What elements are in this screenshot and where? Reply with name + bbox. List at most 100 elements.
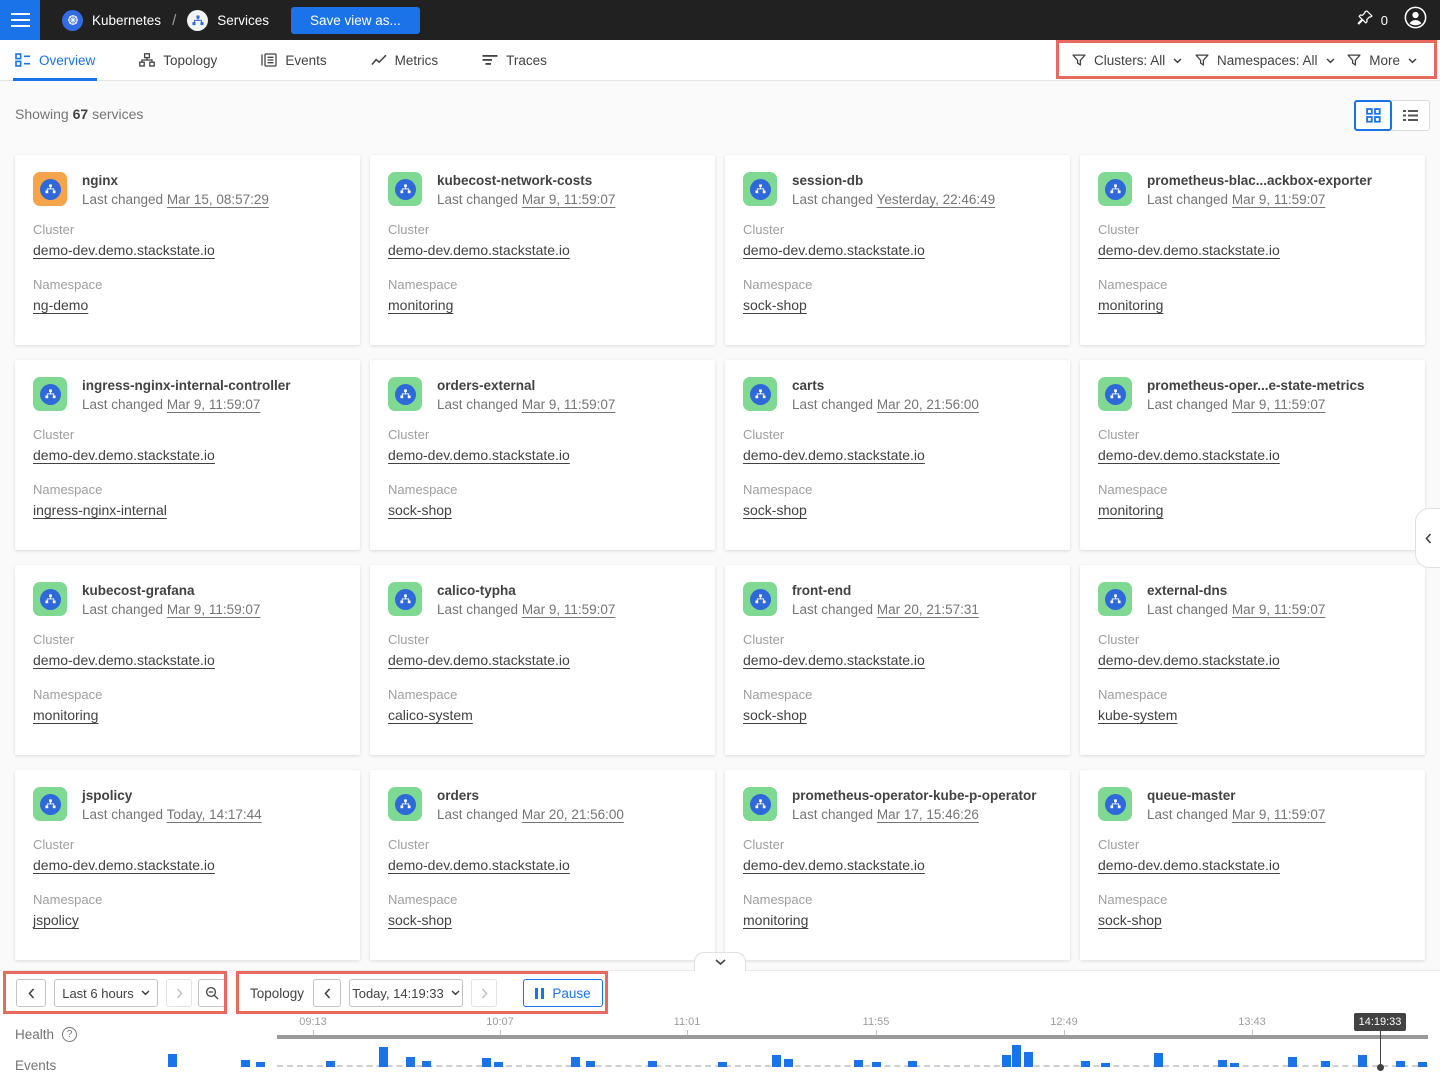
tab-metrics[interactable]: Metrics [371, 40, 439, 81]
namespace-link[interactable]: calico-system [388, 707, 473, 723]
cluster-link[interactable]: demo-dev.demo.stackstate.io [388, 652, 570, 668]
namespace-link[interactable]: monitoring [33, 707, 98, 723]
last-changed-link[interactable]: Today, 14:17:44 [167, 807, 262, 822]
namespace-link[interactable]: monitoring [1098, 297, 1163, 313]
last-changed-link[interactable]: Mar 9, 11:59:07 [167, 602, 261, 617]
service-name[interactable]: carts [792, 378, 979, 393]
tab-events[interactable]: Events [261, 40, 326, 81]
namespace-link[interactable]: monitoring [388, 297, 453, 313]
cluster-link[interactable]: demo-dev.demo.stackstate.io [1098, 652, 1280, 668]
service-name[interactable]: kubecost-grafana [82, 583, 260, 598]
cluster-link[interactable]: demo-dev.demo.stackstate.io [33, 652, 215, 668]
last-changed-link[interactable]: Yesterday, 22:46:49 [877, 192, 996, 207]
cluster-link[interactable]: demo-dev.demo.stackstate.io [33, 447, 215, 463]
service-card[interactable]: jspolicy Last changed Today, 14:17:44 Cl… [15, 770, 360, 960]
last-changed-link[interactable]: Mar 9, 11:59:07 [1232, 602, 1326, 617]
clusters-filter-dropdown[interactable]: Clusters: All [1072, 53, 1182, 68]
cluster-link[interactable]: demo-dev.demo.stackstate.io [1098, 242, 1280, 258]
time-range-back-button[interactable] [16, 979, 46, 1007]
service-card[interactable]: kubecost-network-costs Last changed Mar … [370, 155, 715, 345]
namespace-link[interactable]: sock-shop [388, 502, 452, 518]
last-changed-link[interactable]: Mar 9, 11:59:07 [1232, 807, 1326, 822]
last-changed-link[interactable]: Mar 9, 11:59:07 [167, 397, 261, 412]
service-card[interactable]: carts Last changed Mar 20, 21:56:00 Clus… [725, 360, 1070, 550]
service-name[interactable]: nginx [82, 173, 269, 188]
topology-time-forward-button[interactable] [471, 979, 497, 1007]
service-card[interactable]: orders Last changed Mar 20, 21:56:00 Clu… [370, 770, 715, 960]
cluster-link[interactable]: demo-dev.demo.stackstate.io [743, 857, 925, 873]
service-name[interactable]: external-dns [1147, 583, 1325, 598]
namespace-link[interactable]: kube-system [1098, 707, 1177, 723]
service-card[interactable]: external-dns Last changed Mar 9, 11:59:0… [1080, 565, 1425, 755]
topology-time-back-button[interactable] [313, 979, 341, 1007]
namespace-link[interactable]: sock-shop [743, 502, 807, 518]
cluster-link[interactable]: demo-dev.demo.stackstate.io [33, 857, 215, 873]
service-card[interactable]: calico-typha Last changed Mar 9, 11:59:0… [370, 565, 715, 755]
more-filter-dropdown[interactable]: More [1347, 53, 1417, 68]
last-changed-link[interactable]: Mar 15, 08:57:29 [167, 192, 269, 207]
health-timeline-bar[interactable] [277, 1035, 1428, 1039]
zoom-out-button[interactable] [198, 979, 226, 1007]
last-changed-link[interactable]: Mar 20, 21:56:00 [877, 397, 979, 412]
service-name[interactable]: ingress-nginx-internal-controller [82, 378, 291, 393]
last-changed-link[interactable]: Mar 20, 21:57:31 [877, 602, 979, 617]
help-icon[interactable]: ? [62, 1027, 77, 1042]
namespace-link[interactable]: jspolicy [33, 912, 79, 928]
service-name[interactable]: calico-typha [437, 583, 615, 598]
service-card[interactable]: orders-external Last changed Mar 9, 11:5… [370, 360, 715, 550]
hamburger-menu-button[interactable] [0, 0, 40, 40]
time-range-forward-button[interactable] [166, 979, 192, 1007]
service-card[interactable]: session-db Last changed Yesterday, 22:46… [725, 155, 1070, 345]
timeline-collapse-tab[interactable] [694, 952, 746, 971]
cluster-link[interactable]: demo-dev.demo.stackstate.io [388, 447, 570, 463]
cluster-link[interactable]: demo-dev.demo.stackstate.io [33, 242, 215, 258]
cluster-link[interactable]: demo-dev.demo.stackstate.io [743, 447, 925, 463]
service-name[interactable]: front-end [792, 583, 979, 598]
tab-topology[interactable]: Topology [139, 40, 217, 81]
namespace-link[interactable]: ingress-nginx-internal [33, 502, 167, 518]
service-name[interactable]: prometheus-oper...e-state-metrics [1147, 378, 1365, 393]
namespaces-filter-dropdown[interactable]: Namespaces: All [1195, 53, 1335, 68]
tab-traces[interactable]: Traces [482, 40, 547, 81]
current-time-marker[interactable] [1380, 1031, 1381, 1066]
last-changed-link[interactable]: Mar 20, 21:56:00 [522, 807, 624, 822]
service-card[interactable]: queue-master Last changed Mar 9, 11:59:0… [1080, 770, 1425, 960]
right-panel-expander[interactable] [1415, 508, 1440, 568]
time-range-dropdown[interactable]: Last 6 hours [54, 979, 158, 1007]
last-changed-link[interactable]: Mar 9, 11:59:07 [522, 397, 616, 412]
service-name[interactable]: orders-external [437, 378, 615, 393]
topology-time-dropdown[interactable]: Today, 14:19:33 [349, 979, 463, 1007]
cluster-link[interactable]: demo-dev.demo.stackstate.io [743, 652, 925, 668]
namespace-link[interactable]: ng-demo [33, 297, 88, 313]
service-name[interactable]: prometheus-blac...ackbox-exporter [1147, 173, 1372, 188]
service-card[interactable]: prometheus-operator-kube-p-operator Last… [725, 770, 1070, 960]
service-card[interactable]: prometheus-blac...ackbox-exporter Last c… [1080, 155, 1425, 345]
breadcrumb-app[interactable]: Kubernetes [92, 13, 161, 28]
pin-icon[interactable] [1356, 9, 1374, 32]
cluster-link[interactable]: demo-dev.demo.stackstate.io [1098, 447, 1280, 463]
cluster-link[interactable]: demo-dev.demo.stackstate.io [1098, 857, 1280, 873]
grid-view-button[interactable] [1354, 100, 1392, 131]
namespace-link[interactable]: sock-shop [743, 707, 807, 723]
save-view-button[interactable]: Save view as... [291, 7, 420, 34]
namespace-link[interactable]: monitoring [1098, 502, 1163, 518]
service-card[interactable]: prometheus-oper...e-state-metrics Last c… [1080, 360, 1425, 550]
service-name[interactable]: orders [437, 788, 624, 803]
service-name[interactable]: session-db [792, 173, 995, 188]
service-name[interactable]: queue-master [1147, 788, 1325, 803]
namespace-link[interactable]: monitoring [743, 912, 808, 928]
last-changed-link[interactable]: Mar 9, 11:59:07 [522, 602, 616, 617]
tab-overview[interactable]: Overview [15, 40, 95, 81]
pause-button[interactable]: Pause [523, 979, 603, 1007]
user-avatar[interactable] [1404, 6, 1427, 34]
list-view-button[interactable] [1392, 100, 1430, 131]
service-card[interactable]: ingress-nginx-internal-controller Last c… [15, 360, 360, 550]
cluster-link[interactable]: demo-dev.demo.stackstate.io [388, 242, 570, 258]
current-time-badge[interactable]: 14:19:33 [1354, 1013, 1406, 1031]
cluster-link[interactable]: demo-dev.demo.stackstate.io [388, 857, 570, 873]
service-name[interactable]: jspolicy [82, 788, 262, 803]
service-name[interactable]: prometheus-operator-kube-p-operator [792, 788, 1037, 803]
namespace-link[interactable]: sock-shop [388, 912, 452, 928]
last-changed-link[interactable]: Mar 9, 11:59:07 [1232, 397, 1326, 412]
service-card[interactable]: front-end Last changed Mar 20, 21:57:31 … [725, 565, 1070, 755]
